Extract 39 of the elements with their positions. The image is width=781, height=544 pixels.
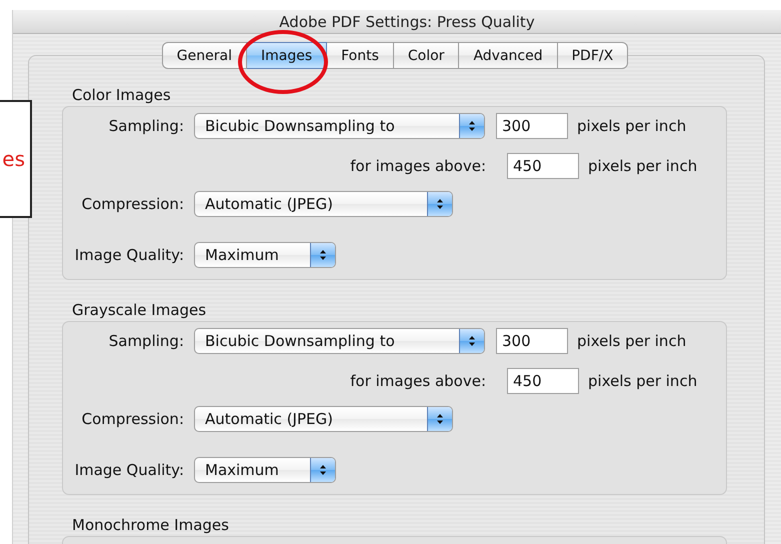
field-label: for images above: <box>349 157 487 175</box>
unit-label: pixels per inch <box>588 157 698 175</box>
compression-dropdown[interactable]: Automatic (JPEG) <box>194 191 453 217</box>
field-label: Compression: <box>80 195 185 213</box>
resolution-field[interactable]: 300 <box>496 328 568 354</box>
field-label: Compression: <box>80 410 185 428</box>
field-label: Image Quality: <box>74 461 185 479</box>
section-title: Color Images <box>71 86 172 104</box>
sampling-dropdown[interactable]: Bicubic Downsampling to <box>194 328 485 354</box>
threshold-field[interactable]: 450 <box>507 368 579 394</box>
stepper-arrows-icon <box>310 243 335 267</box>
tab[interactable]: General <box>162 42 247 69</box>
window-title: Adobe PDF Settings: Press Quality <box>279 12 535 30</box>
field-label: Sampling: <box>108 117 185 135</box>
section-title: Grayscale Images <box>71 301 208 319</box>
unit-label: pixels per inch <box>577 332 686 350</box>
compression-dropdown[interactable]: Automatic (JPEG) <box>194 406 453 432</box>
stepper-arrows-icon <box>427 407 452 431</box>
unit-label: pixels per inch <box>577 117 686 135</box>
field-label: Image Quality: <box>74 246 185 264</box>
stepper-arrows-icon <box>459 329 484 353</box>
resolution-field[interactable]: 300 <box>496 113 568 139</box>
tab[interactable]: PDF/X <box>558 42 628 69</box>
field-label: Sampling: <box>108 332 185 350</box>
sampling-dropdown[interactable]: Bicubic Downsampling to <box>194 113 485 139</box>
stepper-arrows-icon <box>459 114 484 138</box>
quality-dropdown[interactable]: Maximum <box>194 242 336 268</box>
annotation-text: es <box>2 147 25 171</box>
tab[interactable]: Advanced <box>459 42 558 69</box>
tab[interactable]: Color <box>394 42 460 69</box>
stepper-arrows-icon <box>310 458 335 482</box>
stepper-arrows-icon <box>427 192 452 216</box>
tab[interactable]: Fonts <box>327 42 394 69</box>
quality-dropdown[interactable]: Maximum <box>194 457 336 483</box>
field-label: for images above: <box>349 372 487 390</box>
section-title: Monochrome Images <box>71 516 230 534</box>
tab[interactable]: Images <box>246 42 328 69</box>
unit-label: pixels per inch <box>588 372 698 390</box>
threshold-field[interactable]: 450 <box>507 153 579 179</box>
